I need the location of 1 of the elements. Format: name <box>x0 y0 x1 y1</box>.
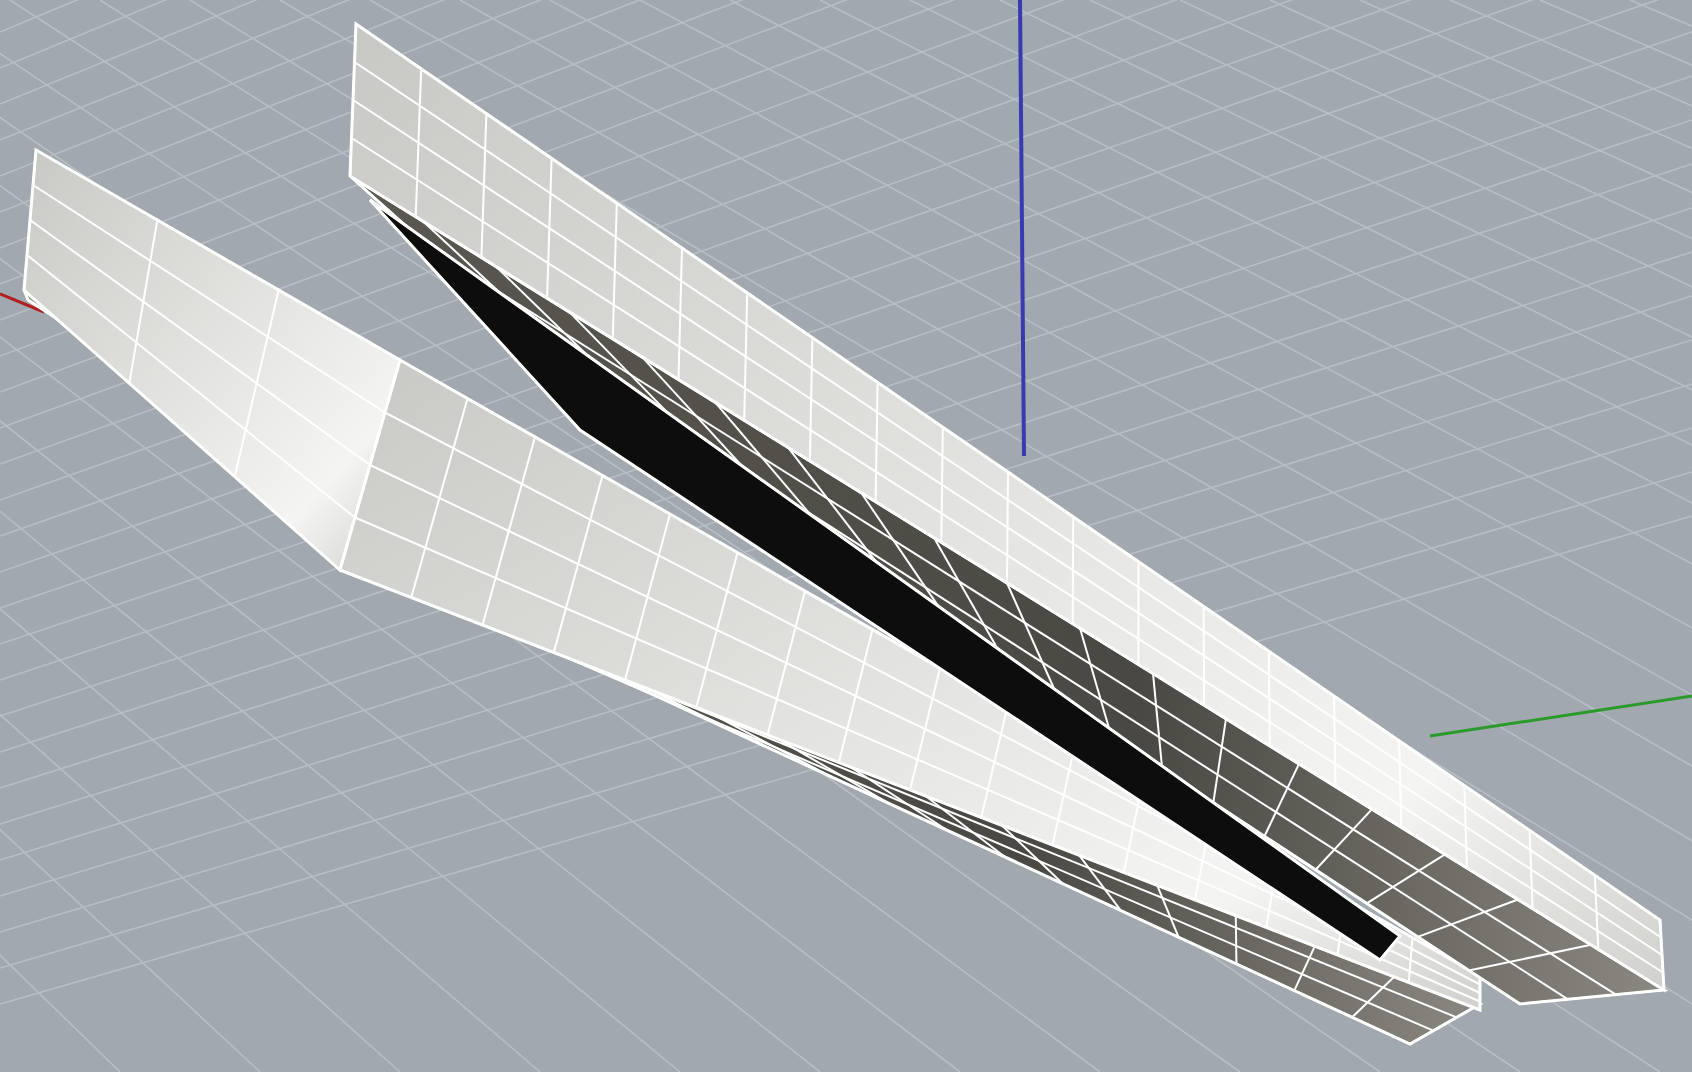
x-axis-line <box>0 292 45 314</box>
